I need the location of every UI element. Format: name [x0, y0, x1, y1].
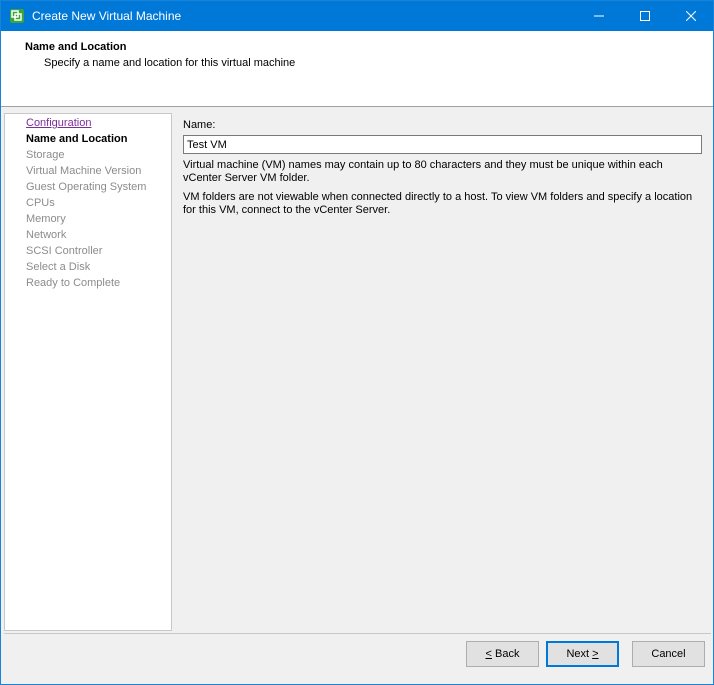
maximize-icon	[640, 11, 650, 21]
next-mnemonic: >	[592, 648, 599, 660]
next-label: Next	[566, 648, 593, 660]
minimize-icon	[594, 11, 604, 21]
wizard-steps-nav: Configuration Name and Location Storage …	[4, 113, 172, 631]
window-title: Create New Virtual Machine	[32, 9, 182, 23]
wizard-header: Name and Location Specify a name and loc…	[1, 31, 713, 107]
vm-folders-line-1: VM folders are not viewable when connect…	[183, 191, 693, 203]
title-bar[interactable]: Create New Virtual Machine	[1, 1, 713, 31]
step-vm-version: Virtual Machine Version	[26, 165, 142, 177]
back-label: Back	[491, 648, 520, 660]
wizard-content: Name: Virtual machine (VM) names may con…	[172, 113, 711, 631]
step-ready-to-complete: Ready to Complete	[26, 277, 121, 289]
maximize-button[interactable]	[622, 1, 668, 31]
close-icon	[686, 11, 696, 21]
back-button[interactable]: < Back	[466, 641, 539, 667]
name-label: Name:	[183, 119, 216, 131]
cancel-button[interactable]: Cancel	[632, 641, 705, 667]
name-rules-line-2: vCenter Server VM folder.	[183, 172, 310, 184]
footer-divider	[4, 633, 711, 634]
step-name-and-location: Name and Location	[26, 133, 128, 145]
step-memory: Memory	[26, 213, 66, 225]
step-storage: Storage	[26, 149, 65, 161]
step-scsi-controller: SCSI Controller	[26, 245, 103, 257]
vm-folders-help: VM folders are not viewable when connect…	[183, 191, 703, 217]
page-subtitle: Specify a name and location for this vir…	[44, 57, 296, 69]
step-configuration[interactable]: Configuration	[26, 116, 91, 130]
next-button[interactable]: Next >	[546, 641, 619, 667]
vm-folders-line-2: for this VM, connect to the vCenter Serv…	[183, 204, 391, 216]
page-title: Name and Location	[25, 41, 127, 53]
create-vm-dialog: Create New Virtual Machine Name and Loca…	[0, 0, 714, 685]
close-button[interactable]	[668, 1, 714, 31]
minimize-button[interactable]	[576, 1, 622, 31]
step-select-disk: Select a Disk	[26, 261, 91, 273]
name-rules-line-1: Virtual machine (VM) names may contain u…	[183, 159, 663, 171]
step-guest-os: Guest Operating System	[26, 181, 147, 193]
step-network: Network	[26, 229, 67, 241]
vsphere-client-icon	[9, 8, 25, 24]
step-cpus: CPUs	[26, 197, 55, 209]
name-rules-help: Virtual machine (VM) names may contain u…	[183, 159, 703, 185]
vm-name-input[interactable]	[183, 135, 702, 154]
